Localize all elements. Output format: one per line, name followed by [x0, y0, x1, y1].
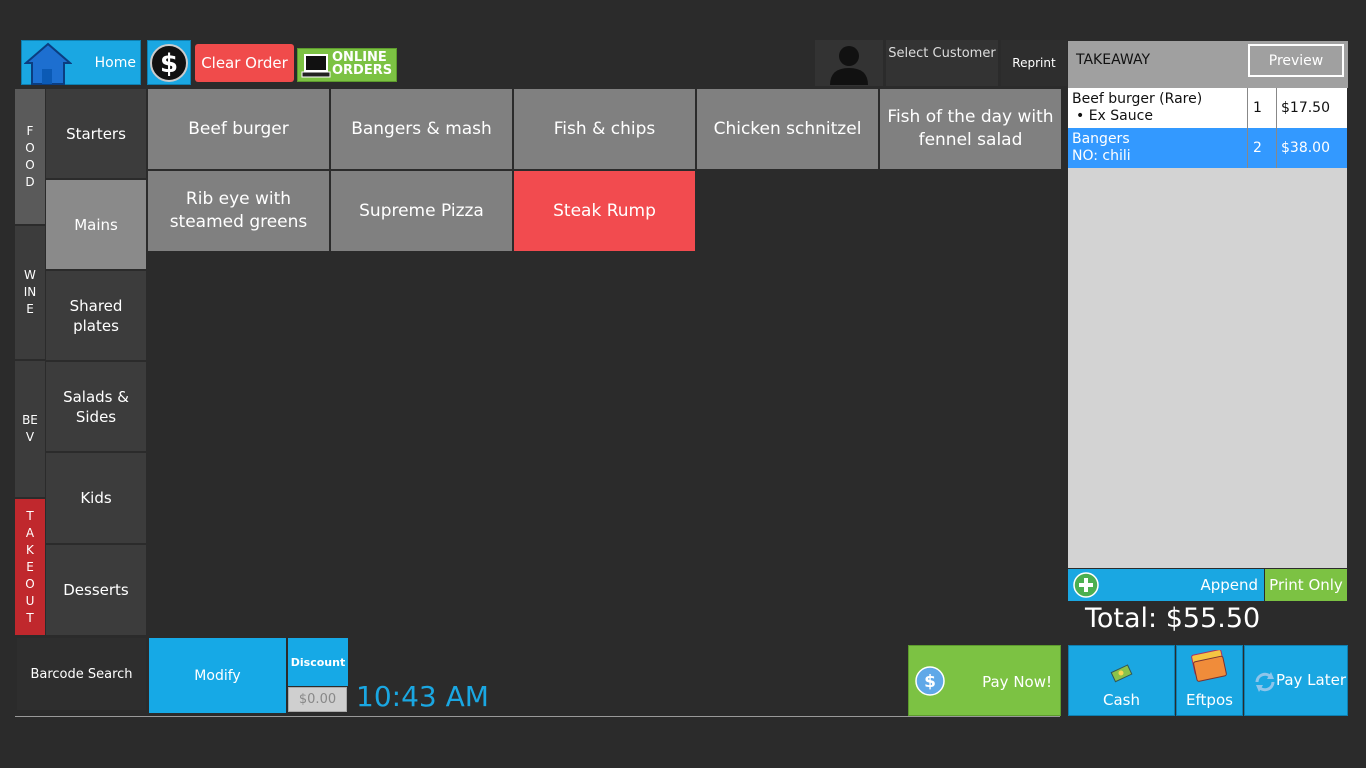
preview-button[interactable]: Preview	[1248, 44, 1344, 77]
order-item-modifier: • Ex Sauce	[1076, 108, 1153, 124]
customer-avatar[interactable]	[815, 40, 883, 86]
tab-bev[interactable]: BE V	[15, 361, 45, 497]
svg-text:$: $	[924, 672, 936, 692]
tab-takeout[interactable]: TAKEOUT	[15, 499, 45, 635]
home-label: Home	[94, 55, 136, 71]
dollar-coin-icon: $	[915, 666, 945, 696]
menu-item[interactable]: Supreme Pizza	[331, 171, 512, 251]
category-shared-plates[interactable]: Shared plates	[46, 271, 146, 360]
clear-order-button[interactable]: Clear Order	[195, 44, 294, 82]
order-item-price: $38.00	[1276, 128, 1347, 168]
category-desserts[interactable]: Desserts	[46, 545, 146, 635]
dollar-icon: $	[150, 43, 188, 82]
modify-button[interactable]: Modify	[149, 638, 286, 713]
online-orders-line2: ORDERS	[332, 63, 393, 78]
tab-food-label: FOOD	[25, 123, 35, 189]
menu-item[interactable]: Rib eye with steamed greens	[148, 171, 329, 251]
plus-icon	[1073, 572, 1099, 598]
order-item-name: Beef burger (Rare)	[1072, 91, 1203, 107]
menu-item-highlighted[interactable]: Steak Rump	[514, 171, 695, 251]
tab-food[interactable]: FOOD	[15, 89, 45, 224]
tab-wine-label: W IN E	[23, 268, 37, 316]
select-customer-button[interactable]: Select Customer	[886, 40, 998, 86]
order-item-modifier: NO: chili	[1072, 148, 1131, 164]
cash-label: Cash	[1103, 691, 1140, 709]
append-button[interactable]: Append	[1068, 569, 1264, 601]
append-label: Append	[1200, 576, 1258, 594]
cash-icon	[1110, 664, 1133, 683]
order-row-selected[interactable]: Bangers NO: chili 2 $38.00	[1068, 128, 1347, 168]
eftpos-button[interactable]: Eftpos	[1176, 645, 1243, 716]
order-type: TAKEAWAY	[1076, 52, 1150, 68]
menu-item[interactable]: Beef burger	[148, 89, 329, 169]
category-starters[interactable]: Starters	[46, 89, 146, 178]
pay-now-button[interactable]: $ Pay Now!	[908, 645, 1061, 716]
order-item-qty: 1	[1247, 88, 1276, 128]
pay-later-label: Pay Later	[1275, 671, 1347, 689]
order-item-price: $17.50	[1276, 88, 1347, 128]
tab-takeout-label: TAKEOUT	[25, 508, 35, 625]
order-item-qty: 2	[1247, 128, 1276, 168]
category-salads-sides[interactable]: Salads & Sides	[46, 362, 146, 451]
discount-button[interactable]: Discount	[288, 638, 348, 686]
menu-item[interactable]: Fish of the day with fennel salad	[880, 89, 1061, 169]
discount-value[interactable]: $0.00	[288, 687, 347, 712]
order-row[interactable]: Beef burger (Rare) • Ex Sauce 1 $17.50	[1068, 88, 1347, 128]
svg-text:$: $	[160, 49, 178, 79]
payment-button[interactable]: $	[147, 40, 191, 85]
eftpos-label: Eftpos	[1186, 691, 1233, 709]
menu-item[interactable]: Chicken schnitzel	[697, 89, 878, 169]
clock: 10:43 AM	[356, 680, 489, 713]
pay-now-label: Pay Now!	[982, 673, 1052, 691]
card-icon	[1191, 650, 1227, 682]
order-item-name: Bangers	[1072, 131, 1130, 147]
cash-button[interactable]: Cash	[1068, 645, 1175, 716]
print-only-button[interactable]: Print Only	[1265, 569, 1347, 601]
tab-wine[interactable]: W IN E	[15, 226, 45, 359]
barcode-search-button[interactable]: Barcode Search	[17, 638, 146, 710]
divider	[15, 716, 1060, 717]
home-icon	[24, 42, 72, 85]
pay-later-button[interactable]: Pay Later	[1244, 645, 1348, 716]
online-orders-button[interactable]: ONLINE ORDERS	[297, 48, 397, 82]
laptop-icon	[301, 54, 331, 78]
tab-bev-label: BE V	[22, 413, 38, 444]
home-button[interactable]: Home	[21, 40, 141, 85]
order-total: Total: $55.50	[1085, 603, 1261, 634]
category-kids[interactable]: Kids	[46, 453, 146, 543]
category-mains[interactable]: Mains	[46, 180, 146, 269]
refresh-icon	[1255, 672, 1275, 692]
menu-item[interactable]: Fish & chips	[514, 89, 695, 169]
reprint-button[interactable]: Reprint	[1001, 40, 1067, 86]
user-icon	[830, 46, 868, 85]
menu-item[interactable]: Bangers & mash	[331, 89, 512, 169]
